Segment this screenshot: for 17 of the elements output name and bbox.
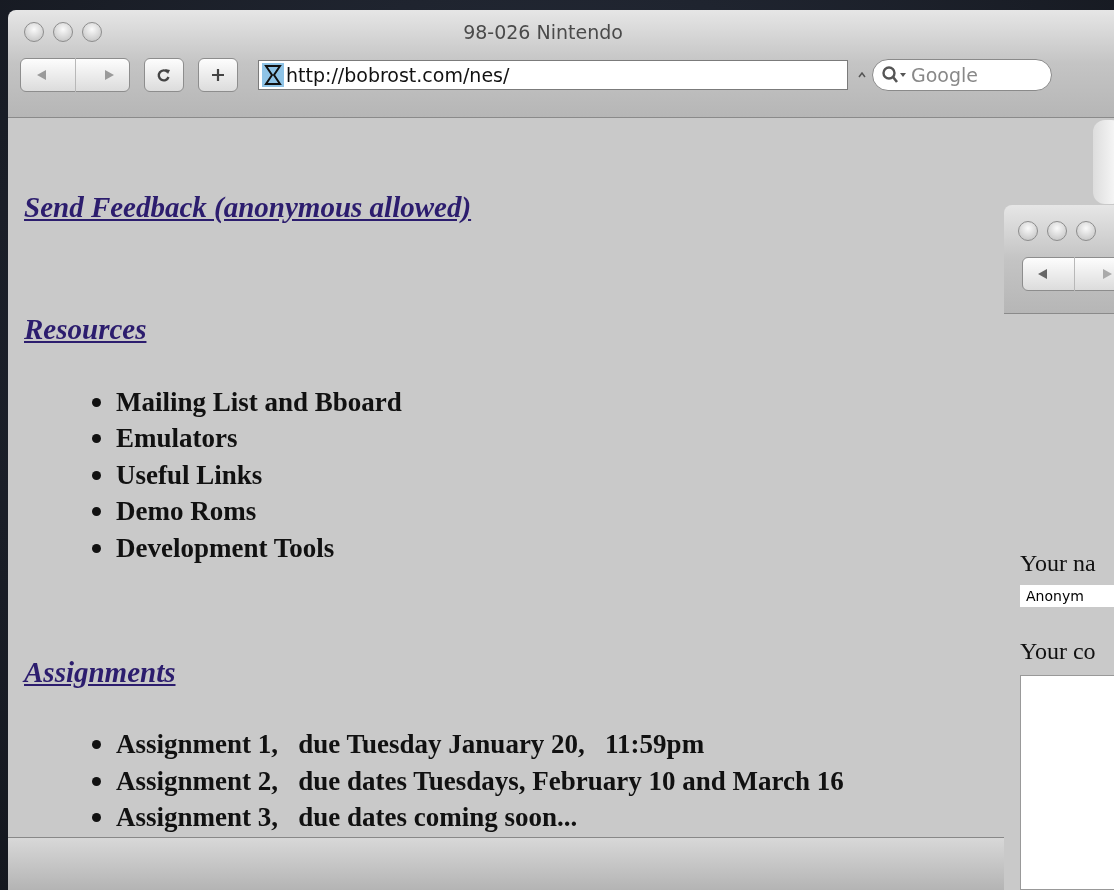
search-field[interactable]: Google (872, 59, 1052, 91)
list-item: Assignment 1, due Tuesday January 20, 11:59pm (116, 729, 705, 761)
list-item: Demo Roms (116, 496, 257, 528)
list-item: Assignment 3, due dates coming soon... (116, 802, 578, 834)
section-link[interactable]: Assignments (24, 654, 176, 689)
window-title: 98-026 Nintendo (463, 21, 623, 43)
field-label: Your na (1020, 549, 1096, 577)
list-item: Development Tools (116, 532, 335, 564)
field-label: Your co (1020, 637, 1096, 665)
list-item: Mailing List and Bboard (116, 386, 402, 418)
list-item: Assignment 2, due dates Tuesdays, February 10 and March 16 (116, 765, 844, 797)
list-item: Emulators (116, 423, 238, 455)
list-item: Useful Links (116, 459, 263, 491)
address-field[interactable]: http://bobrost.com/nes/ (258, 60, 848, 90)
name-field[interactable]: Anonym (1020, 585, 1114, 607)
section-link[interactable]: Resources (24, 312, 147, 346)
section-link[interactable]: Send Feedback (anonymous allowed) (24, 190, 472, 224)
